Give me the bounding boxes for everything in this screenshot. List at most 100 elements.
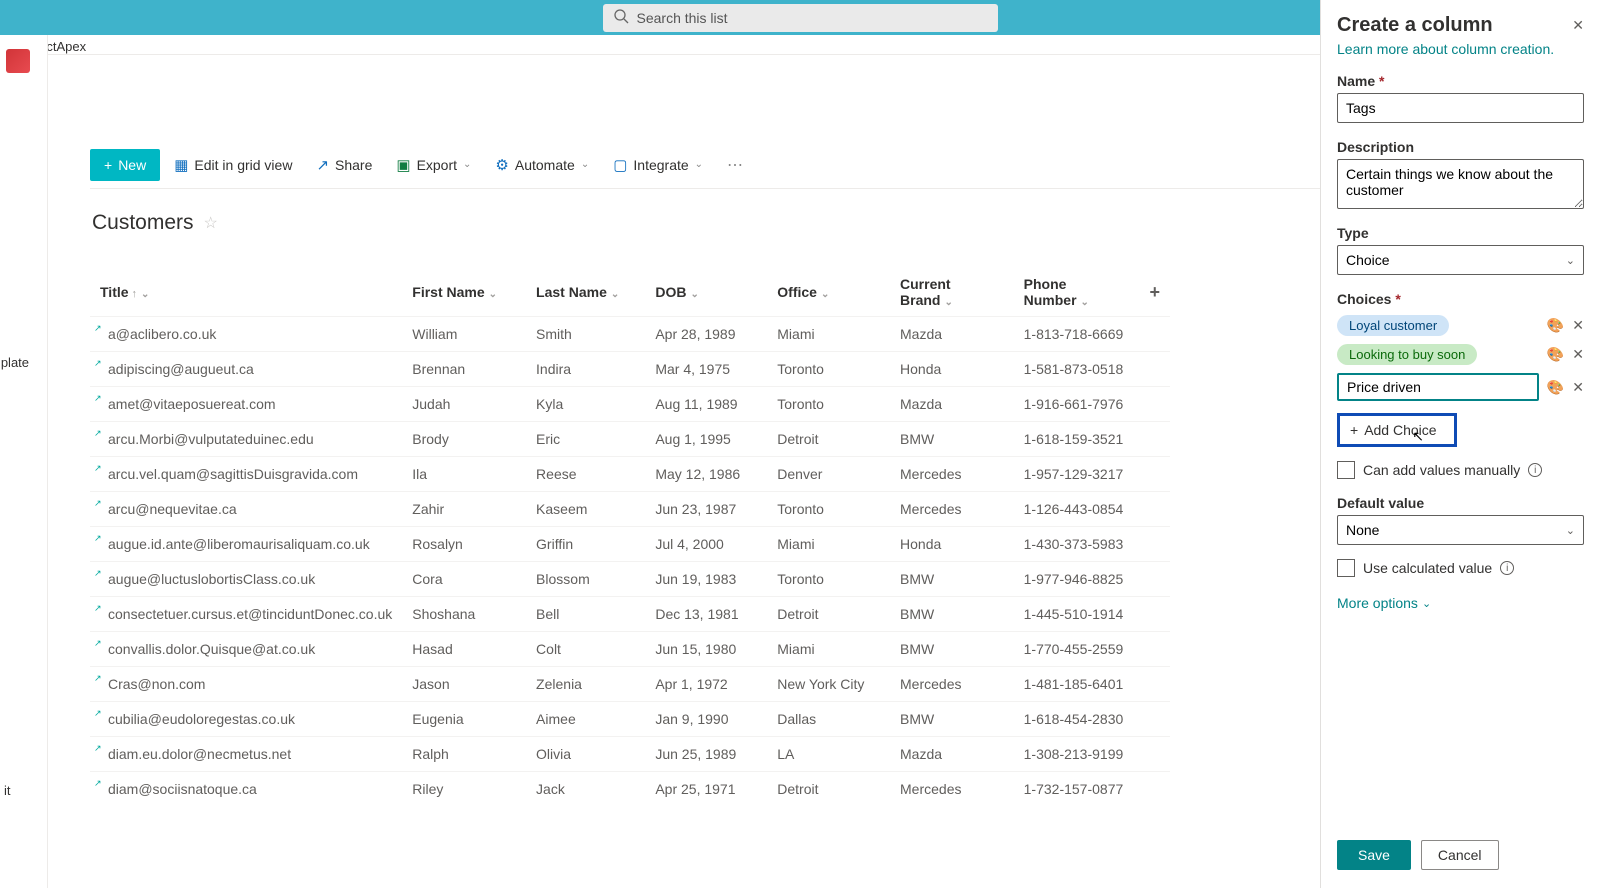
table-cell: 1-581-873-0518: [1014, 352, 1140, 387]
table-cell: Bell: [526, 597, 645, 632]
chevron-down-icon: ⌄: [1566, 524, 1575, 537]
table-cell: BMW: [890, 422, 1014, 457]
export-button[interactable]: ▣ Export ⌄: [386, 149, 481, 181]
column-header[interactable]: Phone Number⌄: [1014, 268, 1140, 317]
palette-icon[interactable]: 🎨: [1547, 346, 1564, 363]
remove-choice-icon[interactable]: ✕: [1572, 317, 1584, 334]
palette-icon[interactable]: 🎨: [1547, 379, 1564, 396]
integrate-button[interactable]: ▢ Integrate ⌄: [603, 149, 713, 181]
manual-values-checkbox[interactable]: [1337, 461, 1355, 479]
table-cell: Jason: [402, 667, 526, 702]
learn-more-link[interactable]: Learn more about column creation.: [1337, 41, 1584, 57]
table-cell: Brennan: [402, 352, 526, 387]
table-cell: diam@sociisnatoque.ca: [90, 772, 402, 807]
table-cell: consectetuer.cursus.et@tinciduntDonec.co…: [90, 597, 402, 632]
table-row[interactable]: diam@sociisnatoque.caRileyJackApr 25, 19…: [90, 772, 1170, 807]
table-cell: William: [402, 317, 526, 352]
save-button[interactable]: Save: [1337, 840, 1411, 870]
column-header[interactable]: Current Brand⌄: [890, 268, 1014, 317]
table-cell: Ila: [402, 457, 526, 492]
close-panel-button[interactable]: ✕: [1572, 17, 1584, 34]
table-cell: arcu.Morbi@vulputateduinec.edu: [90, 422, 402, 457]
table-cell: Dec 13, 1981: [645, 597, 767, 632]
table-cell: Miami: [767, 527, 890, 562]
table-cell: Mazda: [890, 387, 1014, 422]
new-button[interactable]: + New: [90, 149, 160, 181]
table-cell: Brody: [402, 422, 526, 457]
default-value-label: Default value: [1337, 495, 1584, 511]
column-header[interactable]: DOB⌄: [645, 268, 767, 317]
table-cell: 1-957-129-3217: [1014, 457, 1140, 492]
column-header[interactable]: Last Name⌄: [526, 268, 645, 317]
table-cell: Mercedes: [890, 667, 1014, 702]
table-cell: LA: [767, 737, 890, 772]
edit-grid-button[interactable]: ▦ Edit in grid view: [164, 149, 302, 181]
table-row[interactable]: diam.eu.dolor@necmetus.netRalphOliviaJun…: [90, 737, 1170, 772]
table-cell: Jun 19, 1983: [645, 562, 767, 597]
remove-choice-icon[interactable]: ✕: [1572, 346, 1584, 363]
table-cell: 1-481-185-6401: [1014, 667, 1140, 702]
table-row[interactable]: adipiscing@augueut.caBrennanIndiraMar 4,…: [90, 352, 1170, 387]
choice-pill[interactable]: Loyal customer: [1337, 315, 1449, 336]
table-row[interactable]: consectetuer.cursus.et@tinciduntDonec.co…: [90, 597, 1170, 632]
choice-input[interactable]: [1337, 373, 1539, 401]
table-cell: Reese: [526, 457, 645, 492]
add-column-button[interactable]: +: [1139, 268, 1170, 317]
table-cell: a@aclibero.co.uk: [90, 317, 402, 352]
type-select[interactable]: Choice ⌄: [1337, 245, 1584, 275]
table-cell: amet@vitaeposuereat.com: [90, 387, 402, 422]
calculated-value-checkbox[interactable]: [1337, 559, 1355, 577]
table-cell: Mercedes: [890, 772, 1014, 807]
list-title: Customers: [92, 211, 194, 235]
create-column-panel: Create a column ✕ Learn more about colum…: [1320, 0, 1600, 888]
table-cell: New York City: [767, 667, 890, 702]
table-row[interactable]: arcu@nequevitae.caZahirKaseemJun 23, 198…: [90, 492, 1170, 527]
table-cell: Cras@non.com: [90, 667, 402, 702]
table-row[interactable]: arcu.Morbi@vulputateduinec.eduBrodyEricA…: [90, 422, 1170, 457]
column-header[interactable]: Office⌄: [767, 268, 890, 317]
table-cell: arcu@nequevitae.ca: [90, 492, 402, 527]
sidebar-label-template[interactable]: mplate: [0, 355, 29, 370]
table-row[interactable]: augue@luctuslobortisClass.co.ukCoraBloss…: [90, 562, 1170, 597]
favorite-star-icon[interactable]: ☆: [204, 213, 218, 233]
automate-button[interactable]: ⚙ Automate ⌄: [485, 149, 599, 181]
description-input[interactable]: [1337, 159, 1584, 209]
sidebar-label-it[interactable]: it: [4, 783, 11, 798]
table-cell: Olivia: [526, 737, 645, 772]
chevron-down-icon: ⌄: [463, 159, 471, 170]
search-input[interactable]: Search this list: [603, 4, 998, 32]
table-row[interactable]: augue.id.ante@liberomaurisaliquam.co.ukR…: [90, 527, 1170, 562]
table-row[interactable]: cubilia@eudoloregestas.co.ukEugeniaAimee…: [90, 702, 1170, 737]
name-input[interactable]: [1337, 93, 1584, 123]
app-tile-icon[interactable]: [6, 49, 30, 73]
info-icon[interactable]: i: [1500, 561, 1514, 575]
chevron-down-icon: ⌄: [1566, 254, 1575, 267]
more-options-toggle[interactable]: More options ⌄: [1337, 595, 1584, 611]
palette-icon[interactable]: 🎨: [1547, 317, 1564, 334]
column-header[interactable]: First Name⌄: [402, 268, 526, 317]
share-button[interactable]: ↗ Share: [306, 149, 382, 181]
table-cell: convallis.dolor.Quisque@at.co.uk: [90, 632, 402, 667]
table-cell: 1-618-159-3521: [1014, 422, 1140, 457]
default-value-select[interactable]: None ⌄: [1337, 515, 1584, 545]
choice-pill[interactable]: Looking to buy soon: [1337, 344, 1477, 365]
table-cell: Blossom: [526, 562, 645, 597]
add-choice-button[interactable]: + Add Choice ↖: [1337, 413, 1457, 447]
chevron-down-icon: ⌄: [1422, 597, 1431, 610]
info-icon[interactable]: i: [1528, 463, 1542, 477]
chevron-down-icon: ⌄: [695, 159, 703, 170]
table-row[interactable]: a@aclibero.co.ukWilliamSmithApr 28, 1989…: [90, 317, 1170, 352]
table-row[interactable]: Cras@non.comJasonZeleniaApr 1, 1972New Y…: [90, 667, 1170, 702]
table-cell: Riley: [402, 772, 526, 807]
cancel-button[interactable]: Cancel: [1421, 840, 1499, 870]
table-cell: Hasad: [402, 632, 526, 667]
table-row[interactable]: convallis.dolor.Quisque@at.co.ukHasadCol…: [90, 632, 1170, 667]
table-cell: Toronto: [767, 492, 890, 527]
column-header[interactable]: Title↑⌄: [90, 268, 402, 317]
table-cell: May 12, 1986: [645, 457, 767, 492]
more-actions-button[interactable]: ⋯: [717, 155, 753, 175]
panel-title: Create a column: [1337, 14, 1493, 37]
table-row[interactable]: arcu.vel.quam@sagittisDuisgravida.comIla…: [90, 457, 1170, 492]
table-row[interactable]: amet@vitaeposuereat.comJudahKylaAug 11, …: [90, 387, 1170, 422]
remove-choice-icon[interactable]: ✕: [1572, 379, 1584, 396]
